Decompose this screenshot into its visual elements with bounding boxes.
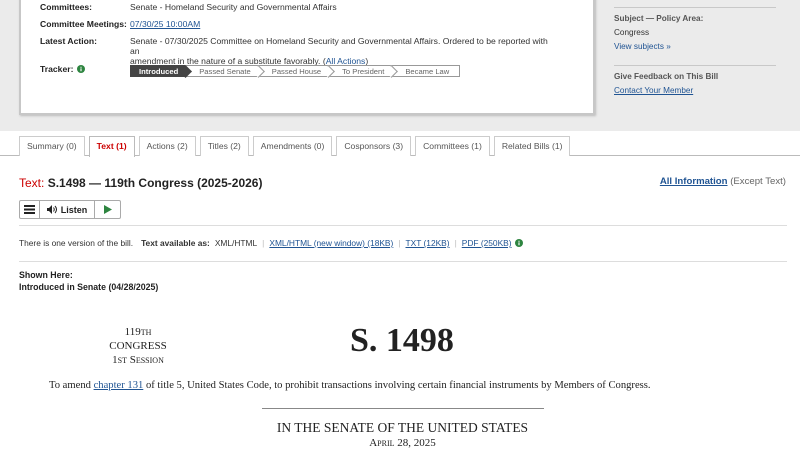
purpose-suffix: of title 5, United States Code, to prohi… <box>145 380 651 391</box>
format-current: XML/HTML <box>214 238 258 248</box>
feedback-title: Give Feedback on This Bill <box>614 72 719 81</box>
contact-member-link[interactable]: Contact Your Member <box>614 86 693 95</box>
text-available-label: Text available as: <box>141 238 210 248</box>
latest-action-row: Latest Action: Senate - 07/30/2025 Commi… <box>40 36 548 66</box>
bill-number: S. 1498 <box>350 322 454 359</box>
listen-widget: Listen <box>19 200 121 219</box>
listen-menu-button[interactable] <box>20 201 40 218</box>
listen-button[interactable]: Listen <box>40 201 95 218</box>
chapter-link[interactable]: chapter 131 <box>94 380 144 391</box>
congress-number: 119th CONGRESS <box>109 326 167 352</box>
play-button[interactable] <box>95 201 120 218</box>
all-information-suffix: (Except Text) <box>730 176 786 187</box>
versions-count-text: There is one version of the bill. <box>19 238 134 248</box>
bill-tracker: Introduced Passed Senate Passed House To… <box>130 65 461 77</box>
tab-amendments[interactable]: Amendments (0) <box>252 136 333 156</box>
info-icon[interactable] <box>77 65 86 73</box>
bill-title: S.1498 — 119th Congress (2025-2026) <box>47 176 263 190</box>
chamber-heading: IN THE SENATE OF THE UNITED STATES <box>276 420 529 435</box>
committees-row: Committees: Senate - Homeland Security a… <box>40 2 337 12</box>
policy-area-value: Congress <box>614 28 650 37</box>
shown-here: Shown Here: Introduced in Senate (04/28/… <box>19 269 158 293</box>
congress-session: 119th CONGRESS 1st Session <box>95 325 181 367</box>
divider <box>19 225 787 226</box>
committees-label: Committees: <box>40 2 93 12</box>
info-icon[interactable] <box>514 239 523 247</box>
tracker-step-to-president: To President <box>328 65 392 77</box>
tracker-step-passed-house: Passed House <box>257 65 329 77</box>
sidebar-divider <box>614 7 776 8</box>
shown-here-label: Shown Here: <box>19 270 73 280</box>
meeting-link[interactable]: 07/30/25 10:00AM <box>130 19 200 29</box>
play-icon <box>103 205 112 214</box>
bill-overview-panel: Committees: Senate - Homeland Security a… <box>19 0 595 115</box>
listen-label: Listen <box>60 204 88 215</box>
speaker-icon <box>46 205 57 214</box>
tracker-row: Tracker: <box>40 64 130 74</box>
xml-html-link[interactable]: XML/HTML (new window) (18KB) <box>269 238 393 248</box>
meetings-row: Committee Meetings: 07/30/25 10:00AM <box>40 19 200 29</box>
tab-summary[interactable]: Summary (0) <box>19 136 85 156</box>
tab-cosponsors[interactable]: Cosponsors (3) <box>336 136 412 156</box>
shown-here-value: Introduced in Senate (04/28/2025) <box>19 282 159 292</box>
bill-purpose: To amend chapter 131 of title 5, United … <box>49 380 651 391</box>
committees-value: Senate - Homeland Security and Governmen… <box>130 2 337 12</box>
tab-committees[interactable]: Committees (1) <box>415 136 490 156</box>
purpose-prefix: To amend <box>49 380 91 391</box>
tracker-label: Tracker: <box>40 64 74 74</box>
tracker-step-became-law: Became Law <box>391 65 461 77</box>
text-versions-bar: There is one version of the bill. Text a… <box>19 238 523 248</box>
txt-link[interactable]: TXT (12KB) <box>406 238 450 248</box>
divider <box>19 261 787 262</box>
latest-action-text-1: Senate - 07/30/2025 Committee on Homelan… <box>130 36 548 56</box>
double-chevron-right-icon: » <box>666 42 671 51</box>
policy-area-box: Subject — Policy Area: Congress View sub… <box>614 14 776 51</box>
text-prefix: Text: <box>19 176 45 190</box>
tracker-step-passed-senate: Passed Senate <box>185 65 258 77</box>
session-number: 1st Session <box>112 354 164 366</box>
meetings-label: Committee Meetings: <box>40 19 127 29</box>
hamburger-icon <box>24 205 35 214</box>
tab-text[interactable]: Text (1) <box>88 136 135 157</box>
all-information-link[interactable]: All Information <box>660 176 728 187</box>
pdf-link[interactable]: PDF (250KB) <box>462 238 512 248</box>
document-rule <box>262 408 544 409</box>
view-subjects-label: View subjects <box>614 42 664 51</box>
all-information: All Information (Except Text) <box>660 176 786 187</box>
latest-action-label: Latest Action: <box>40 36 97 46</box>
text-heading: Text: S.1498 — 119th Congress (2025-2026… <box>19 176 262 190</box>
policy-area-title: Subject — Policy Area: <box>614 14 704 23</box>
sidebar-divider <box>614 65 776 66</box>
view-subjects-link[interactable]: View subjects » <box>614 42 671 51</box>
tab-related-bills[interactable]: Related Bills (1) <box>493 136 571 156</box>
tab-actions[interactable]: Actions (2) <box>138 136 196 156</box>
tracker-step-introduced: Introduced <box>130 65 186 77</box>
bill-tabs: Summary (0) Text (1) Actions (2) Titles … <box>19 136 571 157</box>
tab-titles[interactable]: Titles (2) <box>199 136 249 156</box>
feedback-box: Give Feedback on This Bill Contact Your … <box>614 72 776 95</box>
introduced-date: April 28, 2025 <box>369 437 436 449</box>
